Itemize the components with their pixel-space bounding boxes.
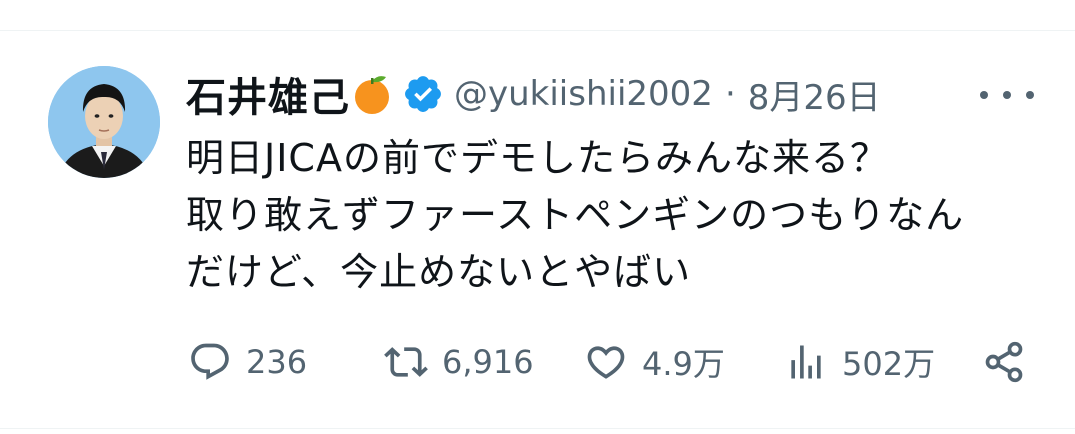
views-count: 502万 <box>842 345 936 383</box>
author-handle[interactable]: @yukiishii2002 <box>454 74 713 114</box>
views-chart-icon <box>791 345 821 379</box>
separator-dot: · <box>724 74 736 114</box>
display-name[interactable]: 石井雄己 <box>186 65 350 123</box>
retweet-count: 6,916 <box>442 343 534 381</box>
reply-button[interactable]: 236 <box>188 336 307 388</box>
reply-count: 236 <box>246 343 308 381</box>
tweet-date[interactable]: 8月26日 <box>748 70 881 119</box>
retweet-icon <box>384 347 428 377</box>
heart-icon <box>587 346 625 379</box>
verified-badge-icon[interactable] <box>402 73 444 115</box>
avatar-image <box>48 66 160 178</box>
top-divider <box>0 30 1075 31</box>
like-count: 4.9万 <box>642 345 725 383</box>
views-button[interactable]: 502万 <box>784 336 935 388</box>
like-button[interactable]: 4.9万 <box>584 336 725 388</box>
share-button[interactable] <box>982 336 1026 388</box>
orange-emoji-icon <box>352 72 392 116</box>
reply-icon <box>191 343 229 380</box>
action-bar: 236 6,916 4.9万 502万 <box>186 336 1046 388</box>
more-options-icon[interactable] <box>980 80 1034 110</box>
tweet-text: 明日JICAの前でデモしたらみんな来る？ 取り敢えずファーストペンギンのつもりな… <box>186 136 965 294</box>
share-icon <box>985 341 1023 383</box>
retweet-button[interactable]: 6,916 <box>384 336 534 388</box>
bottom-divider <box>0 428 1075 429</box>
avatar[interactable] <box>48 66 160 178</box>
tweet-header: 石井雄己 @yukiishii2002 · 8月26日 <box>186 64 881 124</box>
